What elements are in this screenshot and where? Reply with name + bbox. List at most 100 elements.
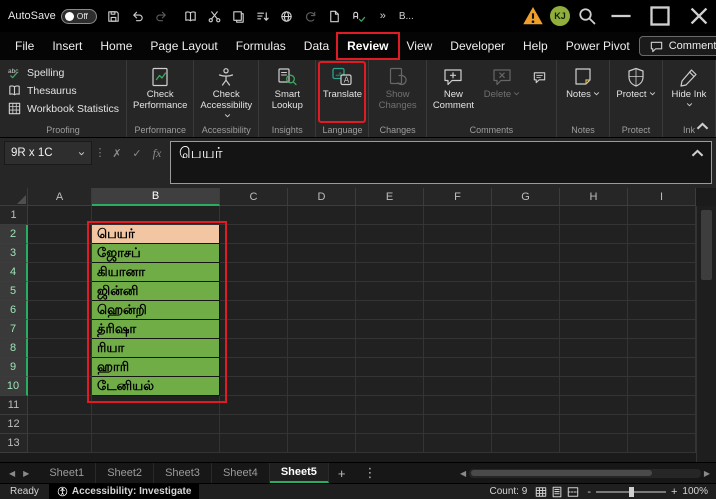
cell-H2[interactable] <box>560 225 628 244</box>
cell-I6[interactable] <box>628 301 696 320</box>
insert-function-icon[interactable]: fx <box>148 144 166 162</box>
delete-button[interactable]: Delete <box>479 62 525 122</box>
check-performance-button[interactable]: Check Performance <box>130 62 190 122</box>
cell-B9[interactable]: ஹாரி <box>92 358 220 377</box>
cell-E1[interactable] <box>356 206 424 225</box>
cell-C10[interactable] <box>220 377 288 396</box>
cell-H12[interactable] <box>560 415 628 434</box>
cell-F13[interactable] <box>424 434 492 453</box>
cell-A2[interactable] <box>28 225 92 244</box>
tab-data[interactable]: Data <box>295 34 338 58</box>
cell-F7[interactable] <box>424 320 492 339</box>
search-icon[interactable] <box>575 3 599 29</box>
thesaurus-button[interactable]: Thesaurus <box>3 82 123 99</box>
tab-help[interactable]: Help <box>514 34 557 58</box>
cell-B4[interactable]: கியானா <box>92 263 220 282</box>
hide-ink-button[interactable]: Hide Ink <box>666 62 712 122</box>
column-header-A[interactable]: A <box>28 188 92 206</box>
comment-small-icon-button[interactable] <box>527 62 553 122</box>
cell-G13[interactable] <box>492 434 560 453</box>
cell-G10[interactable] <box>492 377 560 396</box>
warning-icon[interactable] <box>521 3 545 29</box>
page-layout-view-icon[interactable] <box>551 486 563 498</box>
row-header-6[interactable]: 6 <box>0 301 28 320</box>
cell-E7[interactable] <box>356 320 424 339</box>
cell-E9[interactable] <box>356 358 424 377</box>
cell-F2[interactable] <box>424 225 492 244</box>
row-header-13[interactable]: 13 <box>0 434 28 453</box>
cell-G6[interactable] <box>492 301 560 320</box>
tab-file[interactable]: File <box>6 34 43 58</box>
cell-C5[interactable] <box>220 282 288 301</box>
cell-B1[interactable] <box>92 206 220 225</box>
cell-E11[interactable] <box>356 396 424 415</box>
cut-button[interactable] <box>203 3 227 29</box>
tab-formulas[interactable]: Formulas <box>227 34 295 58</box>
cell-D13[interactable] <box>288 434 356 453</box>
cell-G4[interactable] <box>492 263 560 282</box>
cell-G5[interactable] <box>492 282 560 301</box>
horizontal-scrollbar[interactable]: ◀ ▶ <box>454 463 716 483</box>
cell-B6[interactable]: ஹென்றி <box>92 301 220 320</box>
cell-F3[interactable] <box>424 244 492 263</box>
cell-C11[interactable] <box>220 396 288 415</box>
cell-G7[interactable] <box>492 320 560 339</box>
cell-F8[interactable] <box>424 339 492 358</box>
minimize-button[interactable] <box>604 0 638 32</box>
tab-developer[interactable]: Developer <box>441 34 514 58</box>
cell-A11[interactable] <box>28 396 92 415</box>
cell-D7[interactable] <box>288 320 356 339</box>
autosave-switch[interactable]: Off <box>60 8 97 24</box>
formula-input[interactable]: பெயர் <box>170 141 712 184</box>
row-header-3[interactable]: 3 <box>0 244 28 263</box>
cell-B5[interactable]: ஜின்னி <box>92 282 220 301</box>
cell-F1[interactable] <box>424 206 492 225</box>
tab-home[interactable]: Home <box>91 34 141 58</box>
column-header-C[interactable]: C <box>220 188 288 206</box>
column-header-H[interactable]: H <box>560 188 628 206</box>
close-button[interactable] <box>682 0 716 32</box>
cell-D9[interactable] <box>288 358 356 377</box>
cell-I11[interactable] <box>628 396 696 415</box>
cell-H8[interactable] <box>560 339 628 358</box>
redo-button[interactable] <box>150 3 174 29</box>
row-header-5[interactable]: 5 <box>0 282 28 301</box>
check-accessibility-button[interactable]: Check Accessibility <box>197 62 255 122</box>
cell-G11[interactable] <box>492 396 560 415</box>
row-header-2[interactable]: 2 <box>0 225 28 244</box>
cell-A7[interactable] <box>28 320 92 339</box>
horizontal-scrollbar-thumb[interactable] <box>471 470 652 476</box>
enter-icon[interactable]: ✓ <box>128 144 146 162</box>
cell-B2[interactable]: பெயர் <box>92 225 220 244</box>
maximize-button[interactable] <box>643 0 677 32</box>
cell-H3[interactable] <box>560 244 628 263</box>
cell-D1[interactable] <box>288 206 356 225</box>
name-box[interactable]: 9R x 1C <box>4 141 92 165</box>
cell-H7[interactable] <box>560 320 628 339</box>
cell-D6[interactable] <box>288 301 356 320</box>
save-button[interactable] <box>102 3 126 29</box>
sheet-options-menu-icon[interactable]: ⋮ <box>354 463 385 483</box>
sheet-tab-sheet3[interactable]: Sheet3 <box>154 463 212 483</box>
zoom-out-button[interactable]: - <box>587 486 591 498</box>
tab-page-layout[interactable]: Page Layout <box>141 34 226 58</box>
sheet-nav-right-icon[interactable]: ▶ <box>20 469 32 478</box>
cell-A10[interactable] <box>28 377 92 396</box>
cell-C6[interactable] <box>220 301 288 320</box>
cell-A8[interactable] <box>28 339 92 358</box>
cell-F12[interactable] <box>424 415 492 434</box>
row-header-9[interactable]: 9 <box>0 358 28 377</box>
cell-G2[interactable] <box>492 225 560 244</box>
cell-G8[interactable] <box>492 339 560 358</box>
cell-C3[interactable] <box>220 244 288 263</box>
column-header-F[interactable]: F <box>424 188 492 206</box>
cell-I5[interactable] <box>628 282 696 301</box>
cell-E2[interactable] <box>356 225 424 244</box>
cell-D5[interactable] <box>288 282 356 301</box>
new-comment-button[interactable]: New Comment <box>430 62 477 122</box>
workbook-statistics-button[interactable]: Workbook Statistics <box>3 100 123 117</box>
quick-access-overflow[interactable]: » <box>376 10 390 22</box>
zoom-in-button[interactable]: + <box>671 486 677 498</box>
document-button[interactable] <box>323 3 347 29</box>
cell-D12[interactable] <box>288 415 356 434</box>
